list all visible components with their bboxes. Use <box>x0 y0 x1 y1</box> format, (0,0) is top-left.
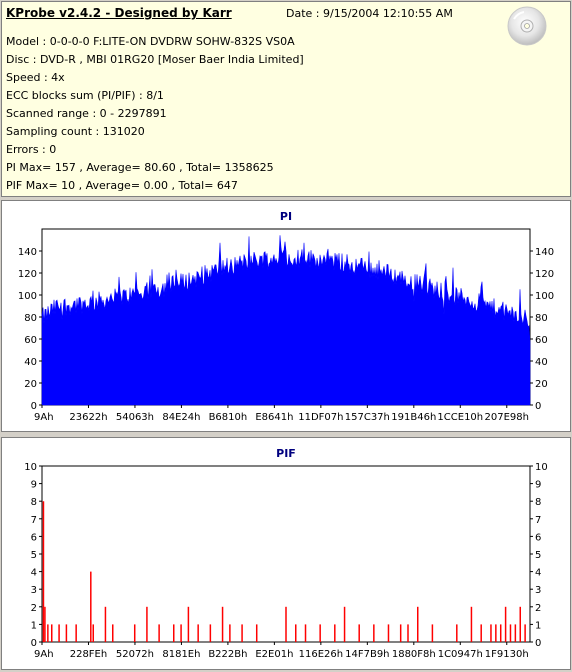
pi-ytick-label-left-1: 20 <box>24 379 37 390</box>
pif-ytick-label-right-5: 5 <box>535 550 541 561</box>
app-title: KProbe v2.4.2 - Designed by Karr <box>6 6 232 20</box>
pi-ytick-label-right-1: 20 <box>535 379 548 390</box>
pi-xtick-label-0: 9Ah <box>34 412 54 423</box>
pi-ytick-label-right-6: 120 <box>535 269 554 280</box>
pif-ytick-label-right-9: 9 <box>535 480 541 491</box>
info-pif-stats: PIF Max= 10 , Average= 0.00 , Total= 647 <box>6 179 238 192</box>
pif-xtick-label-0: 9Ah <box>34 649 54 660</box>
pif-chart-title: PIF <box>276 447 296 460</box>
pif-xtick-label-5: E2E01h <box>255 649 293 660</box>
info-pi-stats: PI Max= 157 , Average= 80.60 , Total= 13… <box>6 161 274 174</box>
pif-ytick-label-left-10: 10 <box>24 462 37 473</box>
pif-xtick-label-10: 1F9130h <box>485 649 529 660</box>
pif-ytick-label-left-1: 1 <box>31 620 37 631</box>
pif-ytick-label-right-6: 6 <box>535 532 541 543</box>
pif-xtick-label-9: 1C0947h <box>438 649 483 660</box>
pi-xtick-label-3: 84E24h <box>162 412 200 423</box>
pif-ytick-label-left-8: 8 <box>31 497 37 508</box>
pif-ytick-label-right-4: 4 <box>535 568 541 579</box>
pif-ytick-label-right-10: 10 <box>535 462 548 473</box>
info-disc: Disc : DVD-R , MBI 01RG20 [Moser Baer In… <box>6 53 304 66</box>
pi-xtick-label-9: 1CCE10h <box>437 412 483 423</box>
pif-xtick-label-2: 52072h <box>116 649 154 660</box>
pi-ytick-label-right-5: 100 <box>535 291 554 302</box>
pif-ytick-label-left-2: 2 <box>31 603 37 614</box>
pif-ytick-label-right-2: 2 <box>535 603 541 614</box>
info-model: Model : 0-0-0-0 F:LITE-ON DVDRW SOHW-832… <box>6 35 295 48</box>
pif-xtick-label-1: 228FEh <box>70 649 108 660</box>
pi-xtick-label-10: 207E98h <box>485 412 529 423</box>
pi-ytick-label-right-4: 80 <box>535 313 548 324</box>
pif-ytick-label-right-0: 0 <box>535 638 541 649</box>
pif-chart: PIF 0 0 1 1 2 2 3 3 4 4 5 5 6 6 7 7 8 8 9 9 10 10 9Ah 228FEh 5207… <box>24 447 548 660</box>
pif-xtick-label-6: 116E26h <box>299 649 343 660</box>
info-panel: KProbe v2.4.2 - Designed by Karr Date : … <box>1 1 571 197</box>
pi-ytick-label-left-4: 80 <box>24 313 37 324</box>
pif-xtick-label-3: 8181Eh <box>162 649 200 660</box>
pi-xtick-label-7: 157C37h <box>345 412 390 423</box>
pif-ytick-label-left-5: 5 <box>31 550 37 561</box>
pi-xtick-label-5: E8641h <box>255 412 293 423</box>
pif-ytick-label-right-7: 7 <box>535 515 541 526</box>
pi-xtick-label-1: 23622h <box>69 412 107 423</box>
pif-xtick-label-8: 1880F8h <box>392 649 436 660</box>
scan-date: Date : 9/15/2004 12:10:55 AM <box>286 7 453 20</box>
pif-xtick-label-4: B222Bh <box>208 649 247 660</box>
pi-ytick-label-left-7: 140 <box>18 247 37 258</box>
info-sampling: Sampling count : 131020 <box>6 125 145 138</box>
info-range: Scanned range : 0 - 2297891 <box>6 107 167 120</box>
pi-chart: PI 0 0 20 20 40 40 60 60 80 80 100 100 120 120 140 140 9A… <box>18 210 554 423</box>
pif-xtick-label-7: 14F7B9h <box>345 649 389 660</box>
pi-ytick-label-right-3: 60 <box>535 335 548 346</box>
pi-ytick-label-left-2: 40 <box>24 357 37 368</box>
info-ecc: ECC blocks sum (PI/PIF) : 8/1 <box>6 89 164 102</box>
pif-ytick-label-left-3: 3 <box>31 585 37 596</box>
pif-ytick-label-left-7: 7 <box>31 515 37 526</box>
pi-ytick-label-right-0: 0 <box>535 401 541 412</box>
pi-ytick-label-right-7: 140 <box>535 247 554 258</box>
pi-chart-panel: PI 0 0 20 20 40 40 60 60 80 80 100 100 120 120 140 140 9A… <box>1 200 571 432</box>
pif-chart-panel: PIF 0 0 1 1 2 2 3 3 4 4 5 5 6 6 7 7 8 8 9 9 10 10 9Ah 228FEh 5207… <box>1 437 571 670</box>
pi-ytick-label-left-3: 60 <box>24 335 37 346</box>
pif-ytick-label-right-1: 1 <box>535 620 541 631</box>
pi-xtick-label-2: 54063h <box>116 412 154 423</box>
pif-ytick-label-left-6: 6 <box>31 532 37 543</box>
pi-chart-title: PI <box>280 210 292 223</box>
pi-ytick-label-left-6: 120 <box>18 269 37 280</box>
pi-ytick-label-left-5: 100 <box>18 291 37 302</box>
pif-ytick-label-left-4: 4 <box>31 568 37 579</box>
pif-ytick-label-left-9: 9 <box>31 480 37 491</box>
pi-ytick-label-left-0: 0 <box>31 401 37 412</box>
pif-ytick-label-left-0: 0 <box>31 638 37 649</box>
pi-ytick-label-right-2: 40 <box>535 357 548 368</box>
info-errors: Errors : 0 <box>6 143 57 156</box>
pif-ytick-label-right-8: 8 <box>535 497 541 508</box>
pif-ytick-label-right-3: 3 <box>535 585 541 596</box>
pi-xtick-label-4: B6810h <box>209 412 248 423</box>
info-speed: Speed : 4x <box>6 71 65 84</box>
disc-icon <box>507 6 547 46</box>
pi-xtick-label-8: 191B46h <box>391 412 436 423</box>
pi-xtick-label-6: 11DF07h <box>298 412 343 423</box>
